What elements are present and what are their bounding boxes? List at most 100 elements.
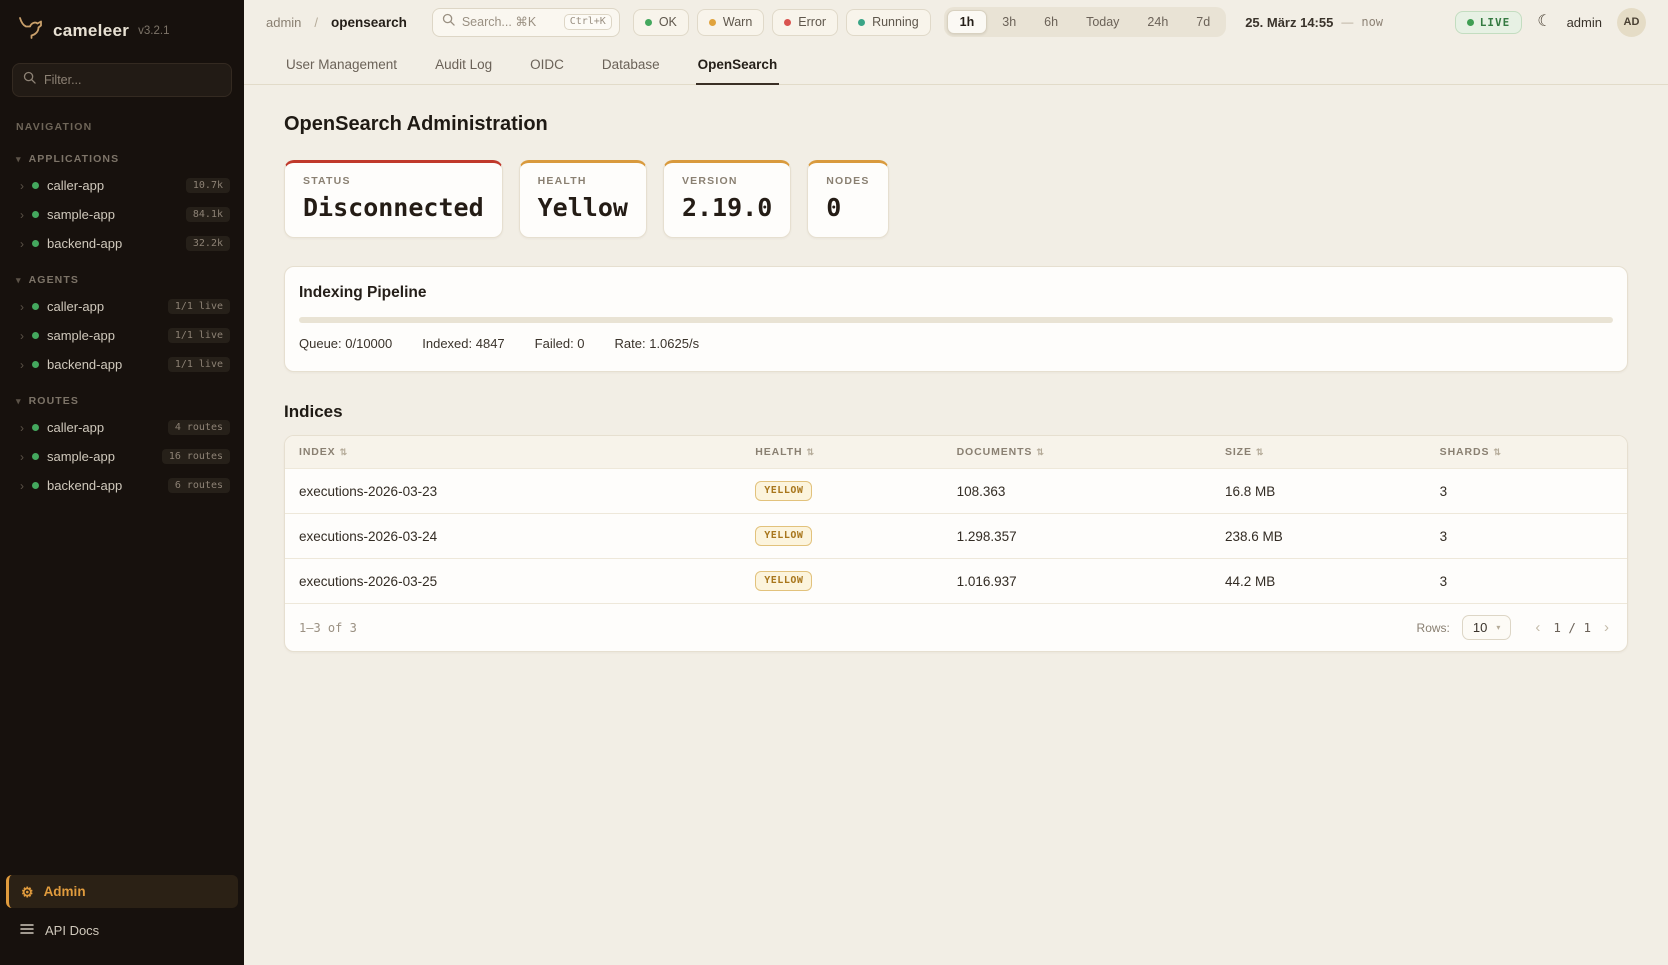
item-badge: 16 routes [162,449,230,464]
tab-audit-log[interactable]: Audit Log [433,44,494,85]
datetime-range[interactable]: 25. März 14:55 — now [1245,15,1383,30]
cell-health: YELLOW [741,514,942,559]
time-range-6h[interactable]: 6h [1031,10,1071,34]
column-label: INDEX [299,446,336,458]
api-docs-label: API Docs [45,923,99,938]
column-header-index[interactable]: INDEX⇅ [285,436,741,469]
chevron-down-icon: ▾ [16,396,22,407]
content: OpenSearch Administration STATUS Disconn… [244,85,1668,676]
pipeline-stat-failed: Failed: 0 [535,336,585,351]
page-indicator: 1 / 1 [1553,620,1591,635]
sidebar-item-agents-backend-app[interactable]: › backend-app 1/1 live [0,350,244,379]
table-row[interactable]: executions-2026-03-24 YELLOW 1.298.357 2… [285,514,1627,559]
pipeline-stat-rate: Rate: 1.0625/s [615,336,700,351]
username: admin [1567,15,1602,30]
live-toggle[interactable]: LIVE [1455,11,1523,34]
column-header-shards[interactable]: SHARDS⇅ [1426,436,1627,469]
row-range-text: 1–3 of 3 [299,621,357,635]
status-dot [32,240,39,247]
chip-label: Running [872,15,919,29]
avatar[interactable]: AD [1617,8,1646,37]
next-page-button[interactable]: › [1600,620,1613,635]
status-dot [32,332,39,339]
filter-input[interactable] [44,73,221,87]
sidebar-item-routes-caller-app[interactable]: › caller-app 4 routes [0,413,244,442]
cell-documents: 1.016.937 [943,559,1211,604]
sort-icon: ⇅ [1256,447,1264,457]
rows-per-page-label: Rows: [1417,621,1450,635]
sidebar-item-routes-backend-app[interactable]: › backend-app 6 routes [0,471,244,500]
time-range-24h[interactable]: 24h [1134,10,1181,34]
item-badge: 1/1 live [168,299,230,314]
status-dot [32,182,39,189]
health-badge: YELLOW [755,481,812,501]
list-icon [20,923,34,938]
stat-cards: STATUS Disconnected HEALTH Yellow VERSIO… [284,160,1628,238]
logo: cameleer v3.2.1 [0,0,244,59]
time-range-3h[interactable]: 3h [989,10,1029,34]
filter-chip-warn[interactable]: Warn [697,9,764,36]
sidebar-item-applications-caller-app[interactable]: › caller-app 10.7k [0,171,244,200]
column-header-health[interactable]: HEALTH⇅ [741,436,942,469]
section-header-applications[interactable]: ▾ APPLICATIONS [0,147,244,171]
search-icon [23,71,36,89]
gear-icon: ⚙ [21,885,34,899]
table-row[interactable]: executions-2026-03-25 YELLOW 1.016.937 4… [285,559,1627,604]
column-label: SHARDS [1440,446,1490,458]
tab-oidc[interactable]: OIDC [528,44,566,85]
tab-database[interactable]: Database [600,44,662,85]
sidebar-item-admin[interactable]: ⚙ Admin [6,875,238,908]
chip-label: Error [798,15,826,29]
status-dot [32,211,39,218]
previous-page-button[interactable]: ‹ [1531,620,1544,635]
section-header-routes[interactable]: ▾ ROUTES [0,389,244,413]
sidebar: cameleer v3.2.1 NAVIGATION ▾ APPLICATION… [0,0,244,965]
search-input[interactable] [462,15,557,29]
time-range-7d[interactable]: 7d [1183,10,1223,34]
chevron-down-icon: ▾ [1496,623,1500,632]
section-header-agents[interactable]: ▾ AGENTS [0,268,244,292]
time-range-today[interactable]: Today [1073,10,1132,34]
stat-label: HEALTH [538,175,628,187]
range-end: now [1361,15,1383,29]
dark-mode-toggle-moon-icon[interactable]: ☾ [1537,14,1551,30]
item-badge: 6 routes [168,478,230,493]
filter-chip-ok[interactable]: OK [633,9,689,36]
item-badge: 10.7k [186,178,230,193]
time-range-1h[interactable]: 1h [947,10,988,34]
tab-user-management[interactable]: User Management [284,44,399,85]
stat-card-health: HEALTH Yellow [519,160,647,238]
status-dot [32,303,39,310]
topbar-right: LIVE ☾ admin AD [1455,8,1646,37]
pipeline-progress-bar [299,317,1613,323]
sidebar-item-agents-sample-app[interactable]: › sample-app 1/1 live [0,321,244,350]
live-dot-icon [1467,19,1474,26]
filter-chip-error[interactable]: Error [772,9,838,36]
chevron-right-icon: › [20,480,24,492]
column-header-size[interactable]: SIZE⇅ [1211,436,1426,469]
cell-index: executions-2026-03-24 [285,514,741,559]
sidebar-item-api-docs[interactable]: API Docs [0,914,244,947]
stat-value: 0 [826,193,869,222]
app-version: v3.2.1 [138,25,169,37]
sidebar-item-agents-caller-app[interactable]: › caller-app 1/1 live [0,292,244,321]
sidebar-item-routes-sample-app[interactable]: › sample-app 16 routes [0,442,244,471]
rows-per-page-select[interactable]: 10 ▾ [1462,615,1511,640]
cell-size: 44.2 MB [1211,559,1426,604]
item-label: caller-app [47,420,160,435]
column-label: HEALTH [755,446,802,458]
chevron-right-icon: › [20,422,24,434]
status-dot [32,453,39,460]
topbar: admin / opensearch Ctrl+K OK Warn [244,0,1668,44]
sidebar-item-applications-backend-app[interactable]: › backend-app 32.2k [0,229,244,258]
app-root: cameleer v3.2.1 NAVIGATION ▾ APPLICATION… [0,0,1668,965]
status-dot [32,482,39,489]
breadcrumb-parent[interactable]: admin [266,15,301,30]
table-row[interactable]: executions-2026-03-23 YELLOW 108.363 16.… [285,469,1627,514]
health-badge: YELLOW [755,571,812,591]
sidebar-item-applications-sample-app[interactable]: › sample-app 84.1k [0,200,244,229]
tab-opensearch[interactable]: OpenSearch [696,44,780,85]
chevron-right-icon: › [20,209,24,221]
column-header-documents[interactable]: DOCUMENTS⇅ [943,436,1211,469]
filter-chip-running[interactable]: Running [846,9,931,36]
